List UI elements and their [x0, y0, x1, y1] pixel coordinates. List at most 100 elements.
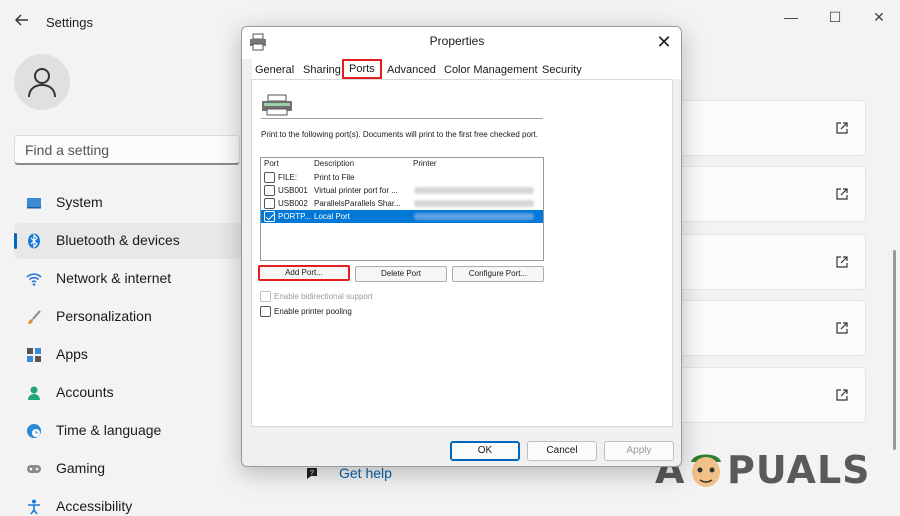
add-port-button[interactable]: Add Port...: [258, 265, 350, 281]
accessibility-icon: [28, 499, 40, 515]
active-indicator: [14, 233, 17, 249]
port-list[interactable]: Port Description Printer FILE: Print to …: [260, 157, 544, 261]
avatar[interactable]: [14, 54, 70, 110]
cancel-button[interactable]: Cancel: [527, 441, 597, 461]
sidebar-item-label: Personalization: [56, 308, 152, 324]
port-row[interactable]: USB001 Virtual printer port for ...: [261, 184, 543, 197]
watermark-logo: A PUALS: [655, 446, 875, 496]
settings-card[interactable]: [680, 367, 866, 423]
column-header-description[interactable]: Description: [314, 159, 354, 168]
app-title: Settings: [46, 15, 93, 30]
port-row-selected[interactable]: PORTP... Local Port: [261, 210, 543, 223]
user-icon: [28, 68, 56, 98]
back-arrow-icon[interactable]: [12, 12, 32, 32]
redacted-printer: [414, 213, 534, 220]
sidebar-item-label: Apps: [56, 346, 88, 362]
port-row[interactable]: FILE: Print to File: [261, 171, 543, 184]
redacted-printer: [414, 187, 534, 194]
sidebar-item-label: Network & internet: [56, 270, 172, 286]
apply-button: Apply: [604, 441, 674, 461]
ports-tab-page: Print to the following port(s). Document…: [251, 79, 673, 427]
help-icon: ?: [307, 468, 317, 479]
sidebar-item-label: Gaming: [56, 460, 106, 476]
port-name: USB002: [278, 199, 308, 208]
sidebar-item-label: Accessibility: [56, 498, 133, 514]
sidebar-item-system[interactable]: System: [14, 185, 242, 221]
external-link-icon: [836, 389, 848, 401]
sidebar-item-label: Accounts: [56, 384, 114, 400]
bluetooth-icon: [28, 233, 40, 249]
monitor-icon: [27, 198, 41, 209]
port-description: ParallelsParallels Shar...: [314, 199, 401, 208]
pooling-checkbox[interactable]: [260, 306, 271, 317]
search-input[interactable]: Find a setting: [14, 135, 240, 165]
get-help-label: Get help: [339, 465, 392, 481]
sidebar-item-gaming[interactable]: Gaming: [14, 451, 242, 487]
sidebar-item-label: Time & language: [56, 422, 162, 438]
port-row[interactable]: USB002 ParallelsParallels Shar...: [261, 197, 543, 210]
maximize-icon[interactable]: ☐: [822, 6, 848, 28]
port-checkbox[interactable]: [264, 172, 275, 183]
properties-dialog: Properties ✕ General Sharing Ports Advan…: [241, 26, 682, 467]
port-name: PORTP...: [278, 212, 312, 221]
mascot-icon: [691, 454, 721, 487]
person-icon: [28, 386, 40, 400]
tab-ports[interactable]: Ports: [342, 59, 382, 79]
divider: [261, 118, 543, 119]
brush-icon: [28, 310, 41, 324]
port-description: Print to File: [314, 173, 355, 182]
tab-security[interactable]: Security: [542, 61, 582, 79]
port-name: FILE:: [278, 173, 298, 182]
page-title-area: [690, 56, 870, 88]
sidebar-item-accessibility[interactable]: Accessibility: [14, 489, 242, 516]
globe-clock-icon: [27, 424, 41, 438]
configure-port-button[interactable]: Configure Port...: [452, 266, 544, 282]
watermark-text: PUALS: [727, 448, 871, 492]
sidebar-item-personalization[interactable]: Personalization: [14, 299, 242, 335]
settings-card[interactable]: [680, 300, 866, 356]
port-checkbox-checked[interactable]: [264, 211, 275, 222]
delete-port-button[interactable]: Delete Port: [355, 266, 447, 282]
wifi-icon: [26, 273, 42, 286]
sidebar-item-apps[interactable]: Apps: [14, 337, 242, 373]
scrollbar[interactable]: [893, 250, 896, 450]
sidebar-item-label: System: [56, 194, 103, 210]
close-window-icon[interactable]: ✕: [866, 6, 892, 28]
close-icon[interactable]: ✕: [653, 31, 675, 53]
tab-color-management[interactable]: Color Management: [444, 61, 538, 79]
printer-icon: [262, 94, 292, 116]
sidebar-item-network[interactable]: Network & internet: [14, 261, 242, 297]
external-link-icon: [836, 188, 848, 200]
port-checkbox[interactable]: [264, 185, 275, 196]
settings-card[interactable]: [680, 166, 866, 222]
external-link-icon: [836, 122, 848, 134]
sidebar-item-accounts[interactable]: Accounts: [14, 375, 242, 411]
sidebar-item-label: Bluetooth & devices: [56, 232, 180, 248]
settings-card[interactable]: [680, 234, 866, 290]
sidebar-item-time-language[interactable]: Time & language: [14, 413, 242, 449]
tab-advanced[interactable]: Advanced: [387, 61, 436, 79]
ok-button[interactable]: OK: [450, 441, 520, 461]
port-description: Virtual printer port for ...: [314, 186, 398, 195]
port-description: Local Port: [314, 212, 351, 221]
settings-card[interactable]: [680, 100, 866, 156]
external-link-icon: [836, 322, 848, 334]
redacted-printer: [414, 200, 534, 207]
tab-bar: General Sharing Ports Advanced Color Man…: [252, 59, 681, 79]
ports-description: Print to the following port(s). Document…: [261, 130, 539, 139]
apps-icon: [27, 348, 41, 362]
minimize-icon[interactable]: —: [778, 6, 804, 28]
port-checkbox[interactable]: [264, 198, 275, 209]
gamepad-icon: [27, 465, 41, 473]
dialog-title: Properties: [429, 34, 485, 48]
tab-sharing[interactable]: Sharing: [303, 61, 341, 79]
svg-text:?: ?: [310, 470, 314, 477]
pooling-label: Enable printer pooling: [274, 307, 352, 316]
column-header-printer[interactable]: Printer: [413, 159, 437, 168]
column-header-port[interactable]: Port: [264, 159, 279, 168]
external-link-icon: [836, 256, 848, 268]
tab-general[interactable]: General: [255, 61, 294, 79]
sidebar-item-bluetooth[interactable]: Bluetooth & devices: [14, 223, 242, 259]
bidirectional-label: Enable bidirectional support: [274, 292, 373, 301]
dialog-titlebar: Properties ✕: [242, 27, 681, 59]
